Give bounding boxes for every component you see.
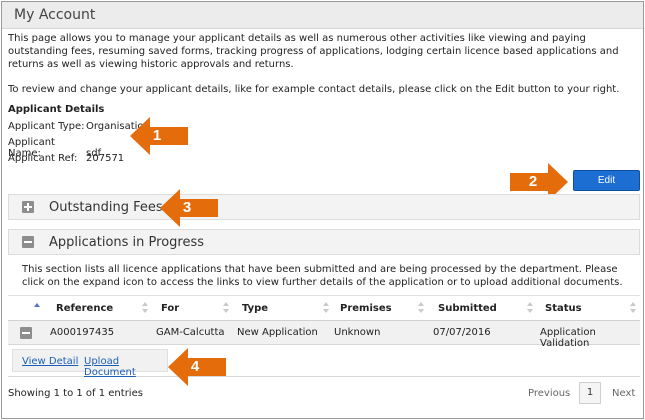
page-title: My Account (14, 7, 96, 23)
cell-type: New Application (237, 327, 318, 338)
view-detail-link[interactable]: View Detail (22, 356, 78, 367)
sort-icon[interactable] (630, 302, 636, 315)
upload-document-link[interactable]: Upload Document (84, 356, 167, 378)
table-row[interactable]: A000197435 GAM-Calcutta New Application … (8, 321, 640, 349)
outstanding-fees-title: Outstanding Fees (49, 200, 163, 215)
sort-icon[interactable] (527, 302, 533, 315)
sort-icon[interactable] (323, 302, 329, 315)
callout-number-3: 3 (182, 199, 192, 216)
applicant-ref-value: 207571 (86, 153, 125, 164)
cell-reference: A000197435 (50, 327, 115, 338)
collapse-row-icon[interactable] (20, 327, 32, 339)
callout-arrow-4: 4 (168, 348, 228, 386)
expand-icon[interactable] (22, 201, 34, 213)
next-page-button[interactable]: Next (612, 388, 635, 399)
col-submitted[interactable]: Submitted (438, 303, 497, 314)
col-type[interactable]: Type (242, 303, 268, 314)
account-frame: My Account This page allows you to manag… (1, 1, 644, 419)
callout-arrow-1: 1 (130, 117, 190, 155)
applicant-details-heading: Applicant Details (8, 104, 105, 115)
edit-button[interactable]: Edit (573, 170, 640, 191)
applications-panel[interactable]: Applications in Progress (8, 229, 640, 255)
callout-arrow-3: 3 (160, 189, 220, 227)
applicant-ref-label: Applicant Ref: (8, 153, 78, 164)
page-number-button[interactable]: 1 (579, 382, 601, 404)
row-links: View Detail Upload Document (8, 345, 640, 378)
account-header: My Account (2, 2, 643, 29)
collapse-icon[interactable] (22, 236, 34, 248)
cell-for: GAM-Calcutta (156, 327, 225, 338)
callout-number-1: 1 (152, 127, 162, 144)
outstanding-fees-panel[interactable]: Outstanding Fees (8, 194, 640, 220)
applications-description: This section lists all licence applicati… (22, 264, 623, 288)
applicant-ref-row: Applicant Ref: 207571 (8, 153, 124, 164)
col-premises[interactable]: Premises (340, 303, 392, 314)
sort-icon[interactable] (142, 302, 148, 315)
applicant-type-label: Applicant Type: (8, 121, 85, 132)
sort-icon[interactable] (223, 302, 229, 315)
col-status[interactable]: Status (545, 303, 582, 314)
col-reference[interactable]: Reference (56, 303, 113, 314)
intro-text: This page allows you to manage your appl… (8, 33, 619, 70)
sort-icon[interactable] (418, 302, 424, 315)
sort-ascending-icon[interactable] (34, 303, 40, 307)
cell-premises: Unknown (334, 327, 381, 338)
callout-number-4: 4 (190, 358, 200, 375)
col-for[interactable]: For (161, 303, 179, 314)
cell-submitted: 07/07/2016 (433, 327, 491, 338)
applications-title: Applications in Progress (49, 235, 205, 250)
row-links-box: View Detail Upload Document (12, 349, 168, 378)
edit-instructions: To review and change your applicant deta… (8, 84, 620, 95)
entries-info: Showing 1 to 1 of 1 entries (8, 388, 143, 399)
previous-page-button[interactable]: Previous (528, 388, 570, 399)
applicant-type-row: Applicant Type: Organisation (8, 121, 150, 132)
applications-table-header: Reference For Type Premises Submitted St… (8, 295, 640, 321)
